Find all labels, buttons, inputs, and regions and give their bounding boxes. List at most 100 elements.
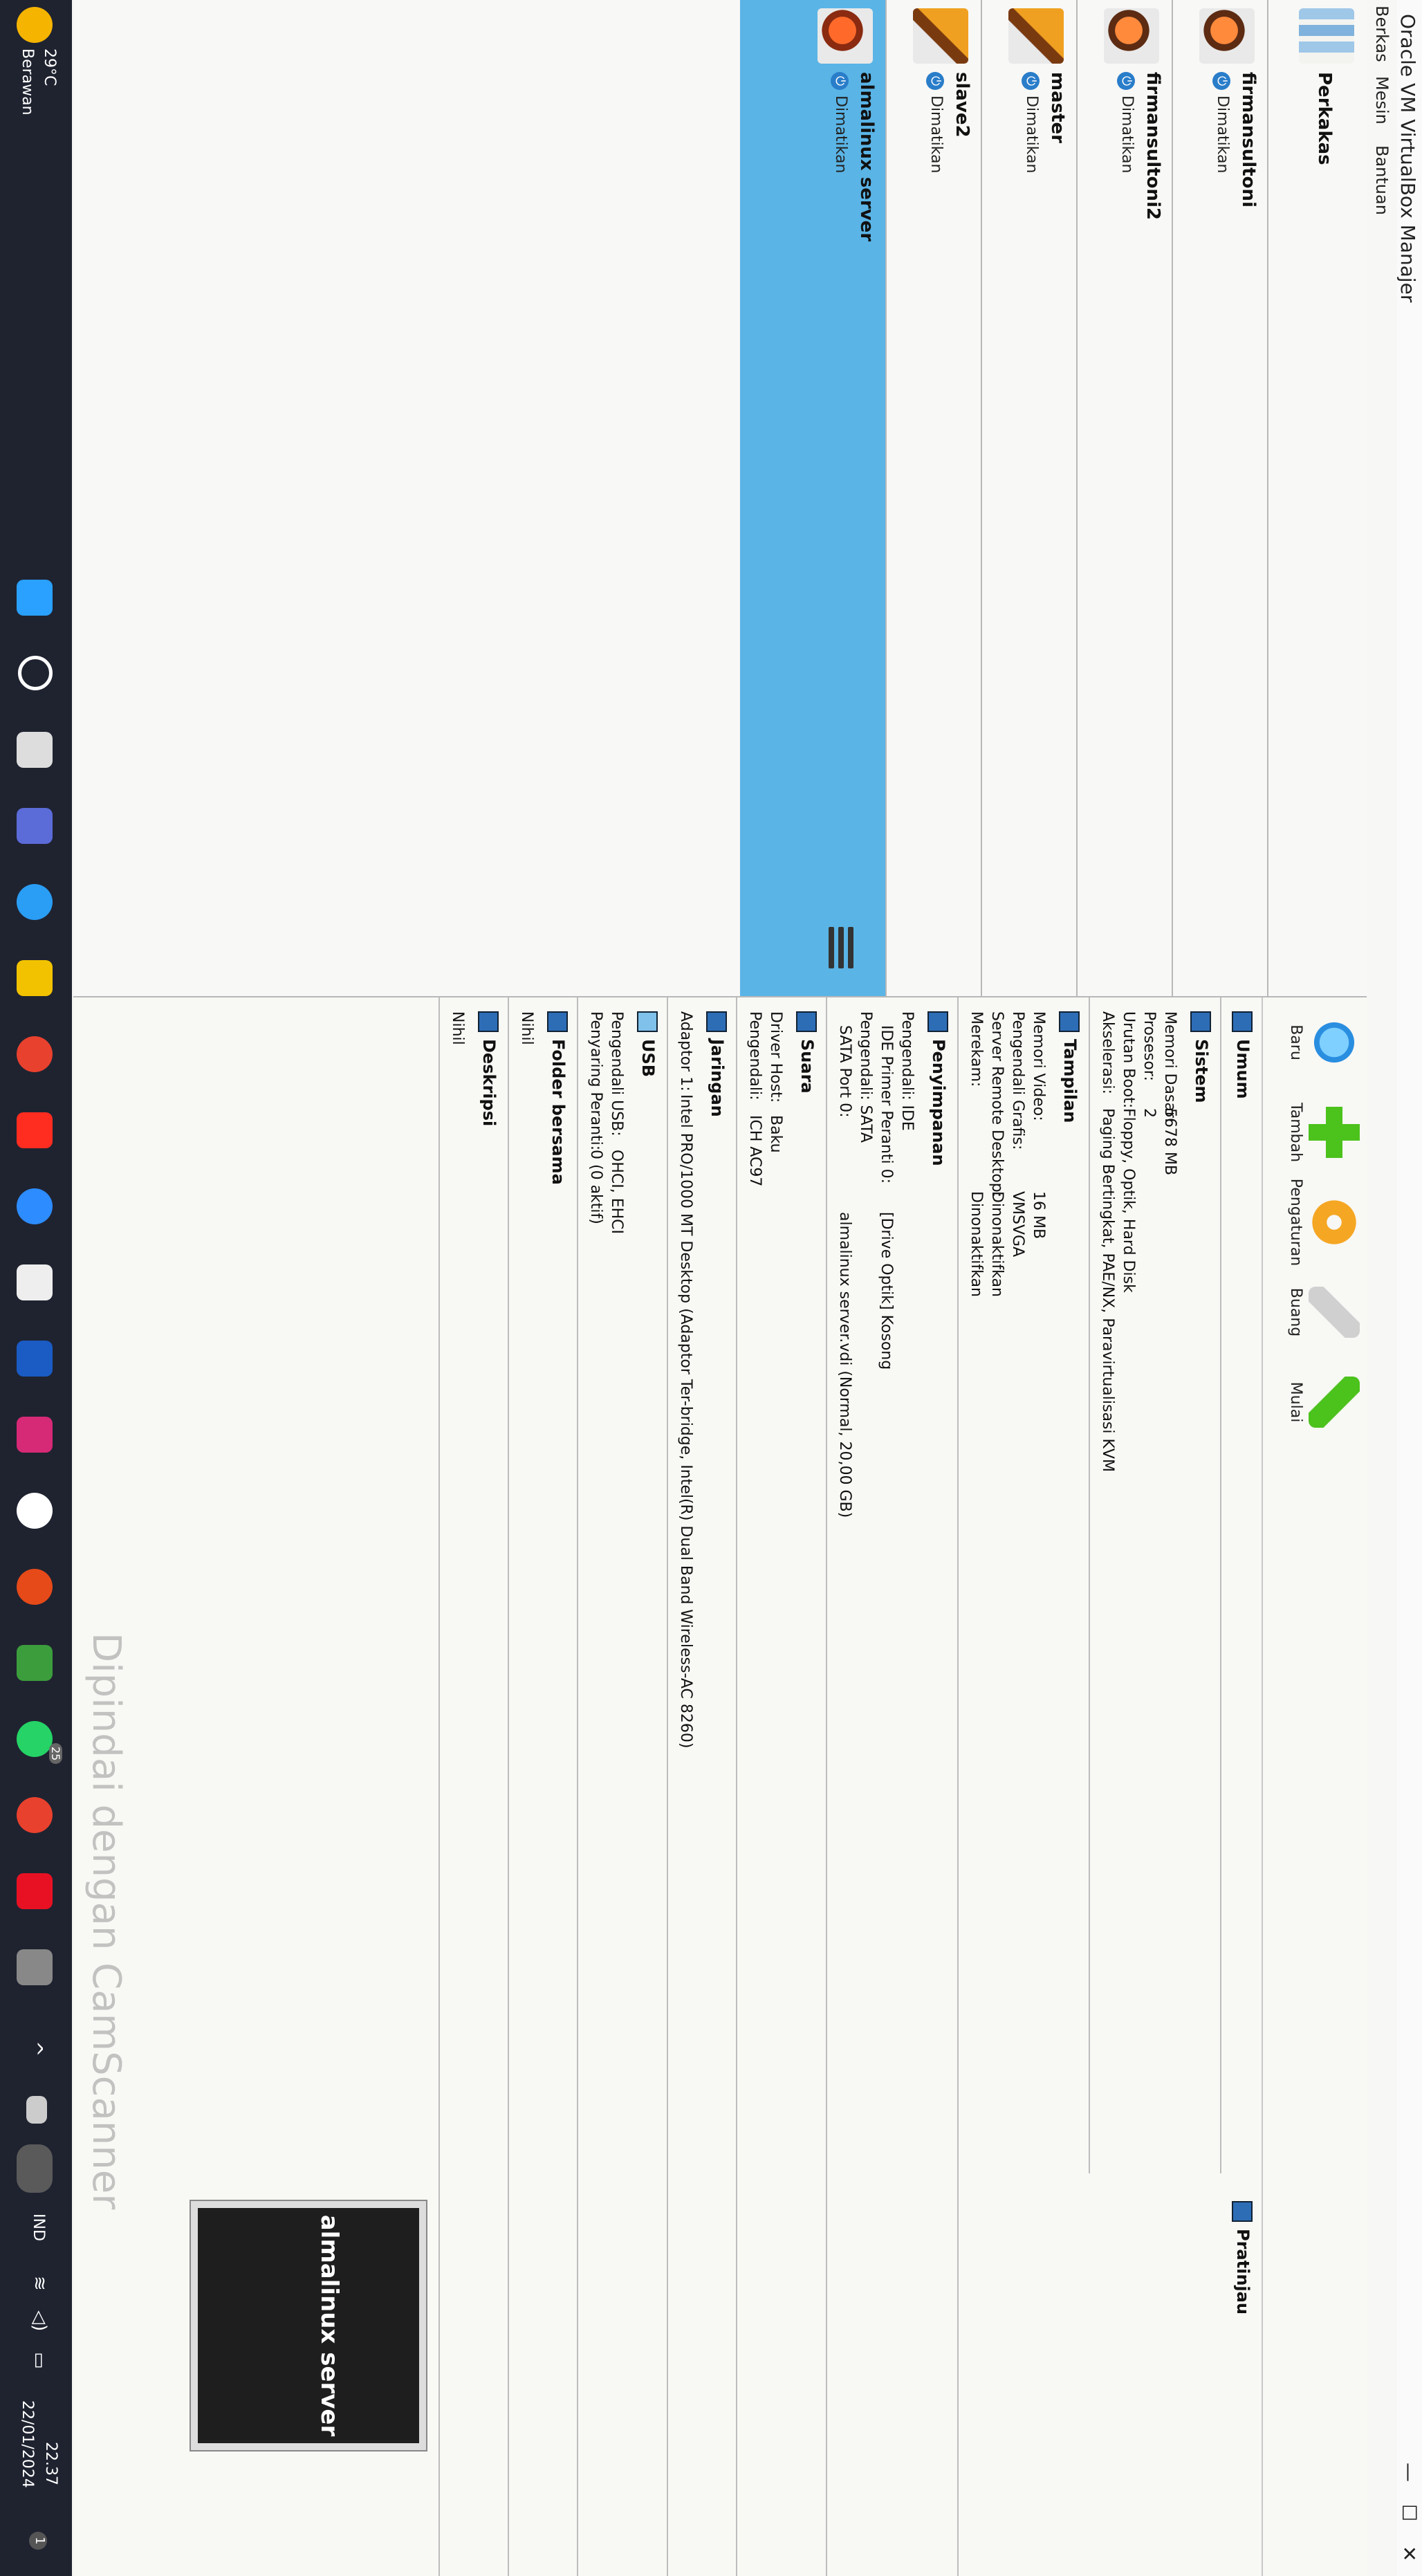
network-section-title: Jaringan — [706, 1011, 727, 1117]
minimize-icon[interactable]: — — [1398, 2463, 1421, 2482]
wifi-icon[interactable]: ≋ — [29, 2276, 50, 2291]
battery-icon[interactable]: ▭ — [29, 2352, 50, 2369]
google-icon[interactable] — [17, 1493, 53, 1529]
storage-row: Pengendali: IDE — [898, 1011, 916, 1131]
vm-os-icon — [1199, 8, 1255, 64]
menu-help[interactable]: Bantuan — [1372, 145, 1392, 215]
discard-button[interactable]: Buang — [1287, 1267, 1360, 1357]
shared-folders-value: Nihil — [518, 1011, 535, 1045]
vm-row-firmansultoni2[interactable]: firmansultoni2 ⏻ Dimatikan — [1076, 0, 1173, 996]
ubuntu-icon[interactable] — [17, 1569, 53, 1605]
vm-state: ⏻ Dimatikan — [1212, 72, 1231, 173]
divider — [577, 997, 578, 2576]
divider — [1220, 997, 1221, 2173]
start-label: Mulai — [1287, 1381, 1304, 1423]
audio-row: Pengendali:ICH AC97 — [746, 1011, 764, 1187]
acrobat-icon[interactable] — [17, 1873, 53, 1909]
power-off-icon: ⏻ — [1022, 72, 1040, 90]
vm-row-slave2[interactable]: slave2 ⏻ Dimatikan — [885, 0, 982, 996]
usb-icon — [637, 1011, 658, 1032]
preview-text: almalinux server — [315, 2214, 343, 2437]
vm-state-label: Dimatikan — [1023, 95, 1040, 174]
whatsapp-icon[interactable] — [17, 1721, 53, 1757]
weather-icon[interactable] — [17, 7, 53, 43]
search-icon[interactable] — [18, 656, 53, 690]
clock-time[interactable]: 22.37 — [42, 2442, 59, 2485]
system-row: Akselerasi:Paging Bertingkat, PAE/NX, Pa… — [1099, 1011, 1116, 1472]
system-row: Prosesor:2 — [1141, 1011, 1158, 1118]
instagram-icon[interactable] — [17, 1417, 53, 1453]
tools-item[interactable]: Perkakas — [1268, 0, 1367, 996]
edge-icon[interactable] — [17, 884, 53, 920]
menu-file[interactable]: Berkas — [1372, 6, 1392, 62]
system-row: Memori Dasar:5678 MB — [1161, 1011, 1179, 1176]
shared-folders-section-title: Folder bersama — [547, 1011, 568, 1185]
vm-menu-icon[interactable] — [822, 927, 858, 968]
vm-state-label: Dimatikan — [927, 95, 945, 174]
clock-date[interactable]: 22/01/2024 — [19, 2400, 36, 2488]
network-icon — [706, 1011, 727, 1032]
tools-label: Perkakas — [1314, 72, 1335, 165]
file-explorer-icon[interactable] — [17, 960, 53, 996]
add-label: Tambah — [1287, 1102, 1304, 1163]
vm-state: ⏻ Dimatikan — [831, 72, 849, 173]
notification-badge[interactable]: 1 — [29, 2532, 47, 2550]
audio-row: Driver Host:Baku — [767, 1011, 784, 1153]
settings-button[interactable]: Pengaturan — [1287, 1177, 1360, 1267]
power-off-icon: ⏻ — [1117, 72, 1135, 90]
vm-row-master[interactable]: master ⏻ Dimatikan — [981, 0, 1078, 996]
start-button[interactable]: Mulai — [1287, 1357, 1360, 1447]
audio-section-title: Suara — [796, 1011, 817, 1094]
vm-row-firmansultoni[interactable]: firmansultoni ⏻ Dimatikan — [1172, 0, 1268, 996]
zoom-icon[interactable] — [17, 1188, 53, 1224]
maximize-icon[interactable]: ☐ — [1398, 2504, 1421, 2521]
excel-icon[interactable] — [17, 1645, 53, 1681]
vm-name: firmansultoni2 — [1143, 72, 1163, 220]
new-button[interactable]: Baru — [1287, 997, 1360, 1087]
camscanner-watermark: Dipindai dengan CamScanner — [84, 1632, 129, 2210]
speaker-icon[interactable]: ◁) — [29, 2310, 50, 2331]
vm-row-almalinux-server[interactable]: almalinux server ⏻ Dimatikan — [740, 0, 887, 996]
vm-name: master — [1047, 72, 1068, 143]
youtube-icon[interactable] — [17, 1112, 53, 1148]
chat-icon[interactable] — [17, 808, 53, 844]
divider — [736, 997, 737, 2576]
windows-start-icon[interactable] — [17, 580, 53, 616]
microphone-icon[interactable] — [17, 2144, 53, 2193]
vm-os-icon — [1008, 8, 1064, 64]
divider — [508, 997, 509, 2576]
description-section-title: Deskripsi — [478, 1011, 499, 1126]
storage-row: IDE Primer Peranti 0:[Drive Optik] Koson… — [878, 1025, 895, 1370]
divider — [826, 997, 827, 2576]
display-section-title: Tampilan — [1059, 1011, 1080, 1123]
display-icon — [1059, 1011, 1080, 1032]
menu-machine[interactable]: Mesin — [1372, 76, 1392, 125]
divider — [1089, 997, 1090, 2173]
vm-state-label: Dimatikan — [1118, 95, 1136, 174]
add-button[interactable]: Tambah — [1287, 1087, 1360, 1177]
task-view-icon[interactable] — [17, 732, 53, 768]
language-indicator[interactable]: IND — [30, 2214, 47, 2241]
title-bar: Oracle VM VirtualBox Manajer — ☐ ✕ — [1396, 0, 1422, 2576]
chrome-icon[interactable] — [17, 1036, 53, 1072]
photos-icon[interactable] — [17, 1341, 53, 1377]
description-icon — [478, 1011, 499, 1032]
toolbar: Baru Tambah Pengaturan Buang Mulai — [1262, 997, 1367, 2576]
storage-row: SATA Port 0:almalinux server.vdi (Normal… — [836, 1025, 853, 1518]
display-row: Pengendali Grafis:VMSVGA — [1009, 1011, 1026, 1258]
divider — [957, 997, 959, 2576]
system-section-title: Sistem — [1190, 1011, 1211, 1103]
keyboard-icon[interactable] — [26, 2096, 47, 2124]
chrome-profile-icon[interactable] — [17, 1797, 53, 1833]
store-icon[interactable] — [17, 1264, 53, 1300]
close-icon[interactable]: ✕ — [1398, 2546, 1421, 2561]
divider — [438, 997, 440, 2576]
vm-state-label: Dimatikan — [1214, 95, 1231, 174]
arrow-left-icon — [1309, 1287, 1360, 1338]
unity-icon[interactable] — [17, 1949, 53, 1985]
display-row: Server Remote Desktop:Dinonaktifkan — [988, 1011, 1006, 1297]
description-value: Nihil — [449, 1011, 466, 1045]
chevron-up-icon[interactable]: ^ — [24, 2041, 47, 2057]
network-row: Adaptor 1:Intel PRO/1000 MT Desktop (Ada… — [677, 1011, 694, 1749]
weather-desc: Berawan — [19, 48, 36, 116]
